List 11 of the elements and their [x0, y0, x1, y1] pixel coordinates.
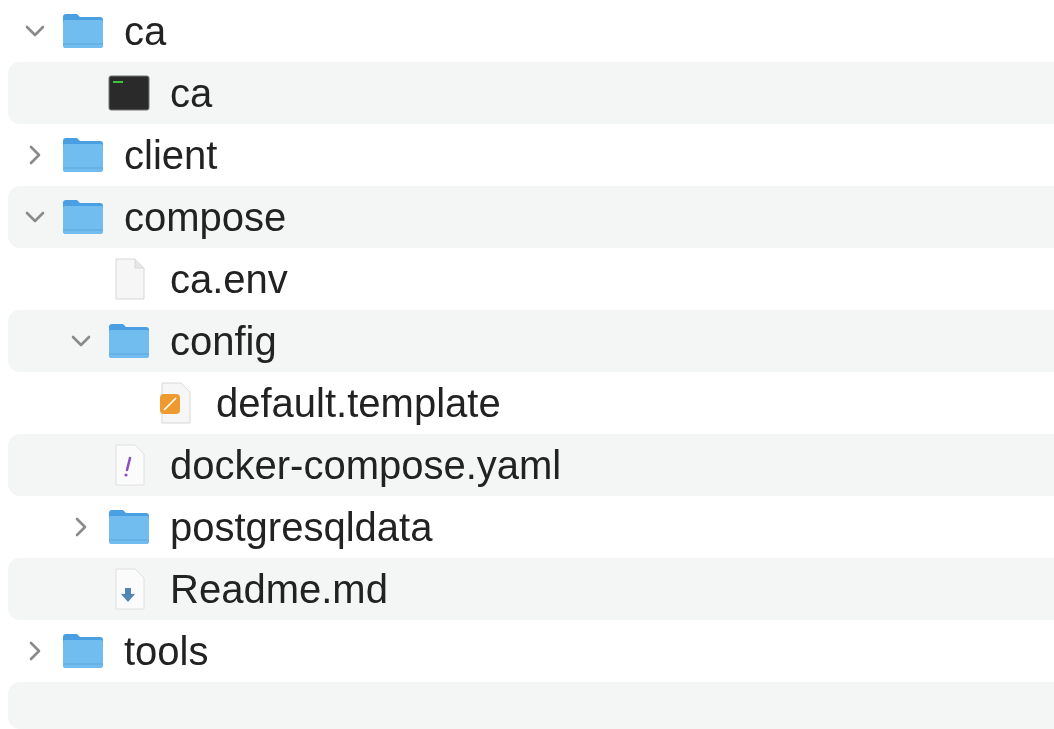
folder-name[interactable]: config [170, 321, 277, 361]
file-name[interactable]: Readme.md [170, 569, 388, 609]
folder-name[interactable]: compose [124, 197, 287, 237]
file-name[interactable]: default.template [216, 383, 501, 423]
file-name[interactable]: ca.env [170, 259, 288, 299]
folder-name[interactable]: client [124, 135, 218, 175]
folder-name[interactable]: postgresqldata [170, 507, 433, 547]
folder-name[interactable]: ca [124, 11, 167, 51]
file-name[interactable]: docker-compose.yaml [170, 445, 562, 485]
file-name[interactable]: ca [170, 73, 213, 113]
folder-name[interactable]: tools [124, 631, 209, 671]
